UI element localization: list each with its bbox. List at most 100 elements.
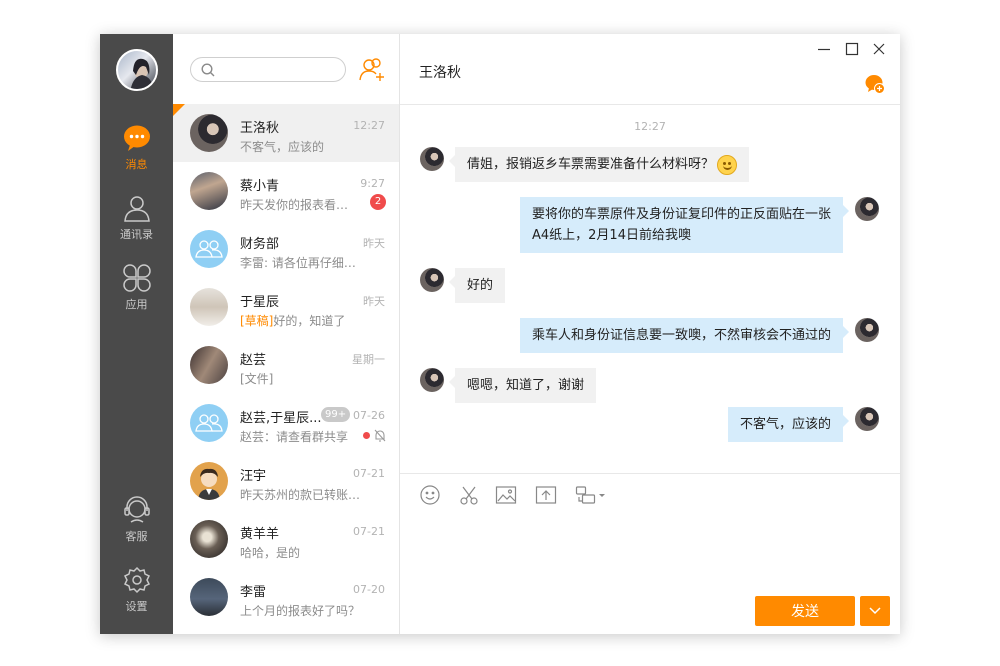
sender-avatar[interactable] xyxy=(420,147,444,171)
message-preview: 不客气，应该的 xyxy=(240,140,325,154)
nav-apps[interactable]: 应用 xyxy=(100,264,173,312)
gear-icon xyxy=(123,566,150,594)
contact-name: 赵芸,于星辰... xyxy=(240,411,322,426)
avatar xyxy=(190,346,228,384)
message-time: 昨天 xyxy=(363,237,385,250)
chat-header: 王洛秋 xyxy=(400,34,900,105)
sender-avatar[interactable] xyxy=(420,268,444,292)
chat-pane: 王洛秋 12:27 倩姐，报销返乡车票需要准备什么材料呀？ 要将你的车票原件及身… xyxy=(400,34,900,634)
message-preview: 李雷: 请各位再仔细核对一... xyxy=(240,256,362,270)
message-count-badge: 99+ xyxy=(321,407,351,422)
message-timestamp: 12:27 xyxy=(634,120,666,133)
avatar xyxy=(190,114,228,152)
conversation-panel: 王洛秋 12:27 不客气，应该的 蔡小青 9:27 昨天发你的报表看过... … xyxy=(173,34,400,634)
sender-avatar[interactable] xyxy=(420,368,444,392)
contact-name: 赵芸 xyxy=(240,353,267,368)
conversation-row[interactable]: 李雷 07-20 上个月的报表好了吗？ xyxy=(173,568,399,626)
group-icon xyxy=(195,414,223,432)
nav-messages-label: 消息 xyxy=(125,158,148,171)
unread-dot xyxy=(363,432,370,439)
contact-name: 黄羊羊 xyxy=(240,527,280,542)
nav-service[interactable]: 客服 xyxy=(100,496,173,544)
nav-contacts-label: 通讯录 xyxy=(120,228,153,241)
scissors-icon[interactable] xyxy=(458,484,480,506)
nav-messages[interactable]: 消息 xyxy=(100,124,173,172)
avatar xyxy=(190,172,228,210)
upload-icon[interactable] xyxy=(535,484,557,506)
message-preview: 赵芸：请查看群共享 xyxy=(240,430,349,444)
search-icon xyxy=(201,63,215,77)
unread-badge: 2 xyxy=(370,194,386,210)
add-person-icon xyxy=(359,58,384,81)
message-time: 07-26 xyxy=(353,409,385,422)
conversation-row[interactable]: 于星辰 昨天 [草稿]好的，知道了 xyxy=(173,278,399,336)
screen-share-icon[interactable] xyxy=(575,484,607,506)
chat-title: 王洛秋 xyxy=(419,65,461,81)
message-bubble: 乘车人和身份证信息要一致噢，不然审核会不通过的 xyxy=(519,318,850,353)
message-bubble: 要将你的车票原件及身份证复印件的正反面贴在一张 A4纸上，2月14日前给我噢 xyxy=(519,197,850,253)
message-list: 12:27 倩姐，报销返乡车票需要准备什么材料呀？ 要将你的车票原件及身份证复印… xyxy=(400,106,900,474)
message-preview: 昨天苏州的款已转账，请... xyxy=(240,488,362,502)
avatar xyxy=(190,462,228,500)
conversation-row[interactable]: 王洛秋 12:27 不客气，应该的 xyxy=(173,104,399,162)
message-preview: 上个月的报表好了吗？ xyxy=(240,604,361,618)
nav-service-label: 客服 xyxy=(125,530,148,543)
message-preview: [草稿]好的，知道了 xyxy=(240,312,362,329)
avatar xyxy=(190,230,228,268)
im-window: 消息 通讯录 应用 客服 设置 王洛秋 12:27 不客气，应该的 蔡小青 9:… xyxy=(100,34,900,634)
close-icon[interactable] xyxy=(872,42,886,56)
selected-marker xyxy=(173,104,185,116)
chat-bubble-icon xyxy=(123,125,150,151)
search-input[interactable] xyxy=(221,60,339,79)
my-message-avatar[interactable] xyxy=(855,197,879,221)
chat-add-icon[interactable] xyxy=(865,74,885,94)
nav-apps-label: 应用 xyxy=(125,298,148,311)
person-icon xyxy=(123,196,150,222)
maximize-icon[interactable] xyxy=(845,42,859,56)
send-options-button[interactable] xyxy=(860,596,890,626)
conversation-row[interactable]: 黄羊羊 07-21 哈哈，是的 xyxy=(173,510,399,568)
contact-name: 财务部 xyxy=(240,237,280,252)
conversation-list: 王洛秋 12:27 不客气，应该的 蔡小青 9:27 昨天发你的报表看过... … xyxy=(173,104,399,626)
message-input[interactable] xyxy=(414,514,886,588)
clover-icon xyxy=(122,264,151,292)
search-box xyxy=(190,57,346,82)
minimize-icon[interactable] xyxy=(817,42,831,56)
message-preview: 昨天发你的报表看过... xyxy=(240,198,358,212)
message-text: 倩姐，报销返乡车票需要准备什么材料呀？ xyxy=(467,157,715,172)
contact-name: 王洛秋 xyxy=(240,121,280,136)
conversation-row[interactable]: 赵芸 星期一 [文件] xyxy=(173,336,399,394)
message-time: 12:27 xyxy=(353,119,385,132)
conversation-row[interactable]: 赵芸,于星辰... 99+ 07-26 赵芸：请查看群共享 xyxy=(173,394,399,452)
add-contact-button[interactable] xyxy=(359,57,387,83)
conversation-row[interactable]: 汪宇 07-21 昨天苏州的款已转账，请... xyxy=(173,452,399,510)
contact-name: 于星辰 xyxy=(240,295,280,310)
message-time: 9:27 xyxy=(360,177,385,190)
headset-icon xyxy=(123,496,150,523)
message-text-line2: A4纸上，2月14日前给我噢 xyxy=(531,228,691,243)
conversation-row[interactable]: 财务部 昨天 李雷: 请各位再仔细核对一... xyxy=(173,220,399,278)
smile-emoji-icon xyxy=(717,154,738,175)
image-icon[interactable] xyxy=(495,484,517,506)
message-preview: [文件] xyxy=(240,372,274,386)
message-time: 07-21 xyxy=(353,467,385,480)
my-message-avatar[interactable] xyxy=(855,407,879,431)
conversation-row[interactable]: 蔡小青 9:27 昨天发你的报表看过... 2 xyxy=(173,162,399,220)
nav-contacts[interactable]: 通讯录 xyxy=(100,194,173,242)
avatar xyxy=(190,520,228,558)
message-preview: 哈哈，是的 xyxy=(240,546,301,560)
send-button[interactable]: 发送 xyxy=(755,596,855,626)
smile-icon[interactable] xyxy=(419,484,441,506)
message-bubble: 倩姐，报销返乡车票需要准备什么材料呀？ xyxy=(448,147,750,182)
message-time: 07-21 xyxy=(353,525,385,538)
my-message-avatar[interactable] xyxy=(855,318,879,342)
message-bubble: 不客气，应该的 xyxy=(727,407,850,442)
draft-text: 好的，知道了 xyxy=(273,314,346,328)
contact-name: 李雷 xyxy=(240,585,267,600)
message-time: 昨天 xyxy=(363,295,385,308)
my-avatar[interactable] xyxy=(116,49,158,91)
composer: 发送 xyxy=(400,473,900,634)
nav-settings[interactable]: 设置 xyxy=(100,566,173,614)
mute-bell-icon xyxy=(374,429,386,442)
message-time: 星期一 xyxy=(352,353,385,366)
